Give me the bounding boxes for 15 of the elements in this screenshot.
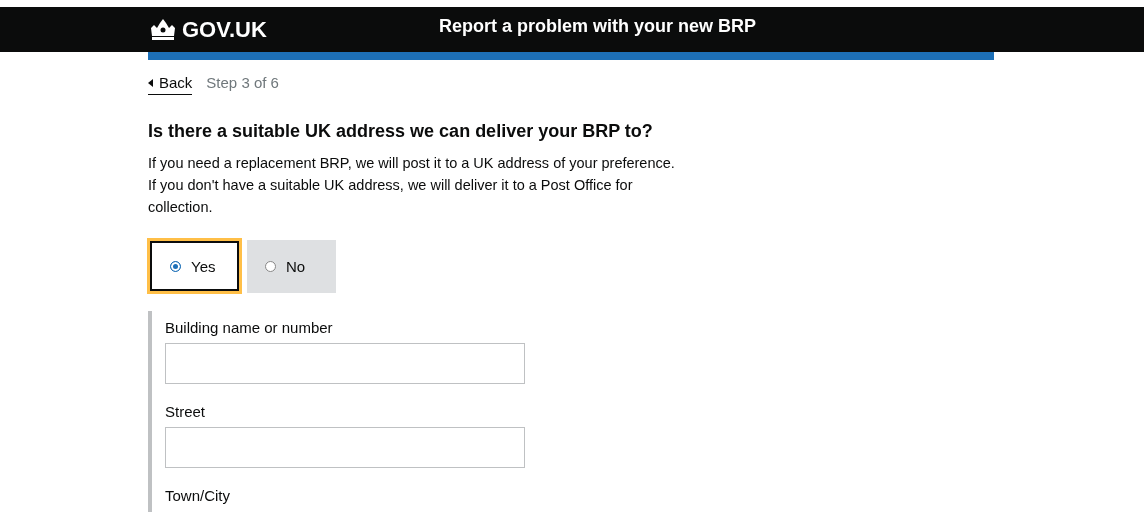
radio-option[interactable]: No [247,240,336,293]
input-field[interactable] [165,343,525,384]
field-label: Street [165,403,207,420]
step-indicator: Step 3 of 6 [206,74,279,93]
service-title[interactable]: Report a problem with your new BRP [439,16,757,37]
question-heading: Is there a suitable UK address we can deliver your BRP to? [148,121,654,142]
hint-text: If you need a replacement BRP, we will post it to a UK address of your preference. If you don't have a suitable UK address, we will deliver it to a Post Office for collection. [148,154,676,217]
field-label: Town/City [165,487,232,504]
caret-icon [148,78,153,87]
crown-icon [148,18,178,41]
field-label: Building name or number [165,319,334,336]
input-field[interactable] [165,427,525,468]
back-link[interactable]: Back [148,74,193,95]
radio-option[interactable]: Yes [150,241,239,291]
site-logo[interactable]: GOV.UK [182,16,267,43]
